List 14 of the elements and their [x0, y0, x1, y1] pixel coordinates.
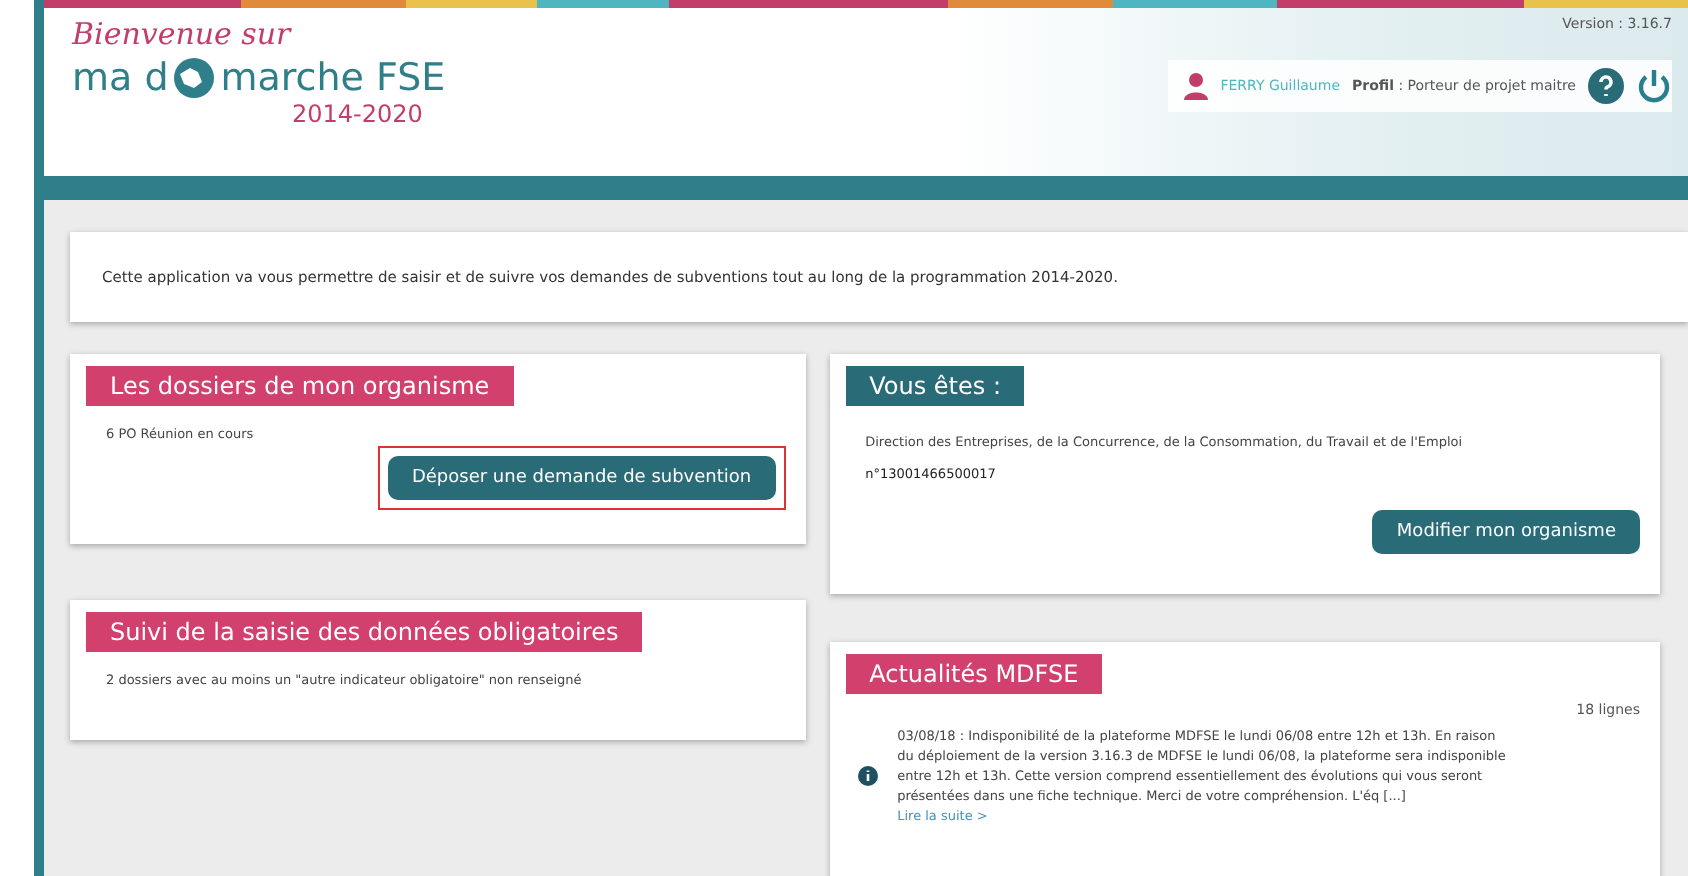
logo-years: 2014-2020	[292, 100, 425, 128]
logo-text: marche FSE	[220, 56, 446, 100]
welcome-text: Bienvenue sur	[72, 16, 294, 52]
help-icon[interactable]	[1588, 68, 1624, 104]
card-title: Actualités MDFSE	[845, 654, 1103, 694]
card-title: Les dossiers de mon organisme	[86, 366, 514, 406]
info-icon	[857, 766, 878, 787]
card-title: Suivi de la saisie des données obligatoires	[86, 612, 643, 652]
edit-organisation-button[interactable]: Modifier mon organisme	[1372, 509, 1640, 553]
logo-text: ma d	[72, 56, 169, 100]
submit-request-button[interactable]: Déposer une demande de subvention	[387, 455, 776, 500]
user-icon	[1184, 72, 1209, 100]
power-icon[interactable]	[1636, 68, 1672, 104]
card-title: Vous êtes :	[845, 366, 1025, 406]
